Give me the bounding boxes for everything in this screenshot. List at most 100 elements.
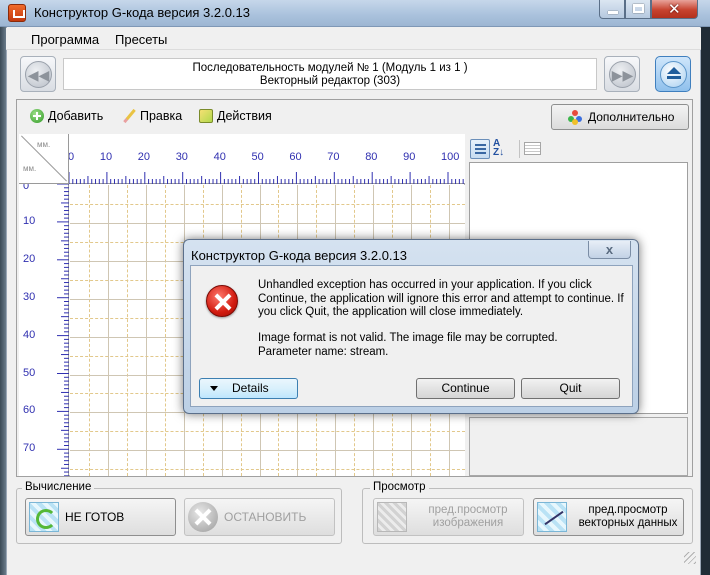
- grid-line-vertical: [88, 185, 90, 476]
- add-label: Добавить: [48, 109, 104, 123]
- stop-button[interactable]: ОСТАНОВИТЬ: [184, 498, 335, 536]
- grid-line-horizontal: [70, 203, 465, 205]
- close-button[interactable]: ✕: [651, 0, 698, 19]
- error-detail-line-1: Image format is not valid. The image fil…: [258, 332, 558, 344]
- ruler-unit-left: мм.: [23, 164, 37, 173]
- not-ready-label: НЕ ГОТОВ: [65, 510, 125, 524]
- sequence-info: Последовательность модулей № 1 (Модуль 1…: [63, 58, 597, 90]
- ruler-v-label: 40: [23, 328, 36, 341]
- resize-grip[interactable]: [684, 552, 696, 564]
- more-label: Дополнительно: [588, 110, 675, 124]
- ruler-h-label: 50: [251, 151, 264, 163]
- dialog-title: Конструктор G-кода версия 3.2.0.13: [191, 248, 407, 263]
- sequence-line-1: Последовательность модулей № 1 (Модуль 1…: [192, 62, 468, 74]
- refresh-icon: [29, 502, 59, 532]
- ruler-h-label: 20: [137, 151, 151, 163]
- ruler-h-label: 60: [289, 151, 302, 163]
- error-detail: Image format is not valid. The image fil…: [258, 332, 628, 359]
- grid-line-horizontal: [70, 469, 465, 471]
- ruler-v-label: 20: [23, 252, 36, 265]
- continue-button[interactable]: Continue: [416, 378, 515, 399]
- categorized-icon[interactable]: [470, 139, 490, 159]
- quit-button[interactable]: Quit: [521, 378, 620, 399]
- property-description: [469, 417, 688, 476]
- actions-label: Действия: [217, 109, 272, 123]
- vector-preview-button[interactable]: пред.просмотр векторных данных: [533, 498, 684, 536]
- next-module-button[interactable]: ▶▶: [604, 56, 640, 92]
- title-bar[interactable]: Конструктор G-кода версия 3.2.0.13 ✕: [0, 0, 710, 27]
- rewind-icon: ◀◀: [25, 61, 52, 88]
- chevron-down-icon: [210, 386, 218, 391]
- ruler-h-label: 30: [175, 151, 188, 163]
- details-button[interactable]: Details: [199, 378, 298, 399]
- ruler-v-label: 50: [23, 366, 36, 379]
- error-message: Unhandled exception has occurred in your…: [258, 279, 624, 318]
- app-icon: [8, 4, 26, 22]
- property-pages-icon[interactable]: [524, 142, 541, 155]
- details-label: Details: [232, 381, 269, 395]
- ruler-h-label: 90: [403, 151, 416, 163]
- menu-bar: Программа Пресеты: [6, 28, 701, 50]
- cube-icon: [199, 109, 213, 123]
- palette-icon: [568, 109, 583, 125]
- grid-line-vertical: [164, 185, 166, 476]
- actions-button[interactable]: Действия: [199, 108, 272, 124]
- vertical-ruler: 0 10 20 30 40 50 60 70: [19, 180, 69, 476]
- horizontal-ruler: 0 10 20 30 40 50 60 70 80 90 100: [68, 134, 465, 184]
- more-button[interactable]: Дополнительно: [551, 104, 689, 130]
- sequence-line-2: Векторный редактор (303): [259, 75, 401, 87]
- stop-icon: [188, 502, 218, 532]
- fast-forward-icon: ▶▶: [609, 61, 636, 88]
- minimize-button[interactable]: [599, 0, 625, 19]
- prev-module-button[interactable]: ◀◀: [20, 56, 56, 92]
- eject-icon: [660, 61, 687, 88]
- grid-line-vertical: [145, 185, 147, 476]
- error-icon: [206, 285, 238, 317]
- grid-line-vertical: [126, 185, 128, 476]
- calculation-label: Вычисление: [22, 481, 95, 493]
- ruler-corner: мм. мм.: [19, 134, 69, 184]
- stop-label: ОСТАНОВИТЬ: [224, 510, 307, 524]
- ruler-h-label: 80: [365, 151, 378, 163]
- grid-line-horizontal: [70, 222, 465, 224]
- ruler-h-label: 10: [99, 151, 113, 163]
- pencil-icon: [122, 109, 136, 123]
- maximize-button[interactable]: [625, 0, 651, 19]
- grid-line-horizontal: [70, 431, 465, 433]
- ruler-h-label: 40: [213, 151, 226, 163]
- grid-line-vertical: [107, 185, 109, 476]
- image-preview-icon: [377, 502, 407, 532]
- dialog-close-button[interactable]: x: [588, 241, 631, 259]
- menu-presets[interactable]: Пресеты: [115, 32, 167, 47]
- eject-button[interactable]: [655, 56, 691, 92]
- error-detail-line-2: Parameter name: stream.: [258, 345, 389, 358]
- edit-button[interactable]: Правка: [122, 108, 182, 124]
- image-preview-label: пред.просмотр изображения: [428, 504, 508, 529]
- image-preview-button[interactable]: пред.просмотр изображения: [373, 498, 524, 536]
- properties-toolbar: A Z↓: [469, 136, 689, 162]
- toolbar-separator: [519, 140, 520, 158]
- ruler-unit-top: мм.: [37, 140, 51, 149]
- alphabetical-sort-icon[interactable]: A Z↓: [493, 139, 513, 159]
- ruler-v-label: 10: [23, 214, 36, 227]
- ruler-h-label: 100: [441, 151, 460, 163]
- minimize-icon: [608, 11, 618, 14]
- close-icon: x: [605, 242, 614, 257]
- ruler-v-label: 60: [23, 404, 36, 417]
- close-icon: ✕: [668, 1, 681, 18]
- ruler-v-label: 30: [23, 290, 36, 303]
- ruler-v-label: 70: [23, 442, 36, 455]
- grid-line-horizontal: [70, 450, 465, 452]
- add-button[interactable]: Добавить: [30, 108, 103, 124]
- edit-label: Правка: [140, 109, 183, 123]
- menu-program[interactable]: Программа: [31, 32, 99, 47]
- add-icon: [30, 109, 44, 123]
- ruler-h-label: 70: [327, 151, 340, 163]
- background-window-strip: [701, 27, 710, 575]
- vector-preview-icon: [537, 502, 567, 532]
- not-ready-button[interactable]: НЕ ГОТОВ: [25, 498, 176, 536]
- vector-preview-label: пред.просмотр векторных данных: [578, 504, 678, 529]
- maximize-icon: [633, 4, 644, 13]
- window-title: Конструктор G-кода версия 3.2.0.13: [34, 5, 250, 20]
- preview-label: Просмотр: [370, 481, 429, 493]
